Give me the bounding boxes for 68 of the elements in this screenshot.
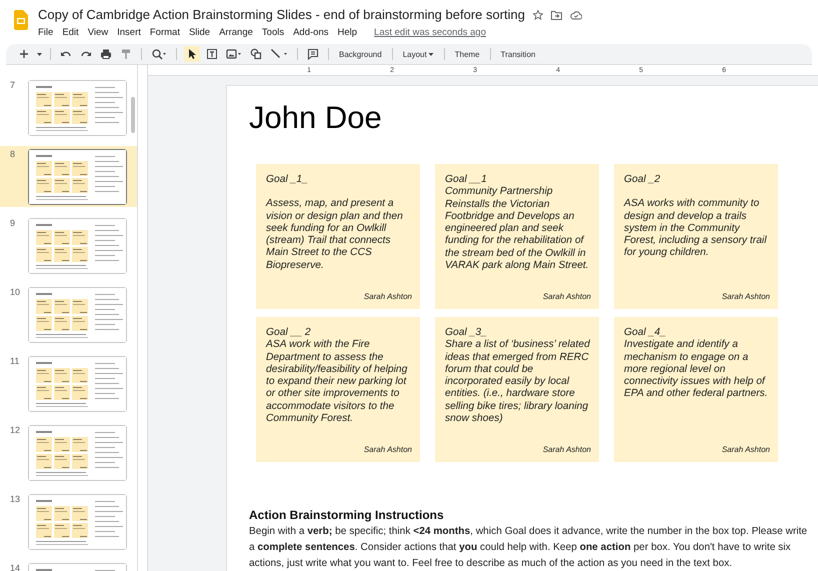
goal-card[interactable]: Goal _2 ASA works with community to design and develop a trails system in the Community Forest, including a sensory trail for young children. Sarah Ashton — [614, 164, 778, 309]
goal-text: Assess, map, and present a vision or design plan and then seek funding for an Owlkill (stream) Trail that connects Main Street to the CCS Biopreserve. — [266, 198, 404, 273]
goal-heading: Goal _1_ — [266, 174, 309, 186]
star-icon[interactable] — [533, 10, 544, 20]
goal-heading: Goal __1 — [445, 174, 488, 186]
goal-card[interactable] — [435, 317, 599, 462]
slide-number: 7 — [10, 80, 16, 90]
author-name: Sarah Ashton — [542, 444, 591, 456]
slide-number: 8 — [10, 149, 16, 159]
goal-card[interactable] — [256, 317, 420, 462]
menu-item[interactable]: Tools — [262, 27, 284, 38]
slide-number: 14 — [10, 563, 22, 571]
menu-item[interactable]: Insert — [117, 27, 141, 38]
slide-number: 11 — [10, 356, 20, 366]
text-box-icon[interactable] — [204, 46, 220, 62]
goal-text: Community Partnership Reinstalls the Victorian Footbridge and Develops an engineered plan and seek funding for the rehabilitation of the stream bed of the Owlkill in VARAK park along Main Street. — [445, 186, 590, 274]
goal-text: Investigate and identify a mechanism to engage on a more regional level on connectivity issues with help of EPA and other federal partners. — [624, 339, 769, 402]
author-name: Sarah Ashton — [364, 290, 412, 303]
author-name: Sarah Ashton — [722, 290, 770, 303]
scrollbar-thumb[interactable] — [131, 97, 135, 133]
comment-icon[interactable] — [305, 46, 321, 62]
menu-item[interactable]: Edit — [62, 27, 79, 38]
goal-text: ASA work with the Fire Department to assess the desirability/feasibility of helping to expand their new parking lot or other site improvements to accommodate visitors to the Community Forest. — [266, 339, 408, 426]
goal-heading: Goal _2 — [624, 174, 662, 186]
cloud-check-icon[interactable] — [570, 10, 582, 20]
author-name: Sarah Ashton — [722, 444, 770, 456]
document-title[interactable]: Copy of Cambridge Action Brainstorming Slides - end of brainstorming before sorting — [38, 7, 526, 22]
slide-thumbnail[interactable] — [29, 150, 126, 204]
instructions-text: Begin with a verb; be specific; think <24 months, which Goal does it advance, write the number in the box top. Please write a complete sentences. Consider actions that you could help with. Keep one action per box. You don't have to write six actions, just write what you want to. Feel free to describe as much of the action as you need in the text box. — [249, 525, 808, 571]
goal-text: Share a list of ‘business’ related ideas that emerged from RERC forum that could be incorporated easily by local entities. (i.e., hardware store selling bike tires; library loaning snow shoes) — [445, 339, 591, 426]
slide-number: 13 — [10, 494, 22, 504]
shape-icon[interactable] — [248, 46, 264, 62]
toolbar-button[interactable]: Transition — [498, 48, 538, 60]
caret-icon[interactable] — [428, 50, 434, 58]
last-edit-link[interactable]: Last edit was seconds ago — [374, 27, 486, 38]
menu-item[interactable]: Arrange — [219, 27, 253, 38]
slide-list-item[interactable]: 8 — [0, 146, 137, 207]
slide-thumbnail[interactable] — [29, 357, 126, 411]
slide-thumbnail[interactable] — [29, 495, 126, 549]
slide-thumbnail[interactable] — [29, 426, 126, 480]
slide-number: 10 — [10, 287, 22, 297]
menu-item[interactable]: File — [38, 27, 54, 38]
goal-heading: Goal _3_ — [445, 327, 488, 340]
goal-text: ASA works with community to design and develop a trails system in the Community Forest, including a sensory trail for young children. — [624, 198, 768, 260]
goal-card[interactable]: Goal _4_ Investigate and identify a mechanism to engage on a more regional level on connectivity issues with help of EPA and other federal partners. Sarah Ashton — [614, 317, 778, 462]
goal-heading: Goal __ 2 — [266, 327, 312, 340]
layout-menu-button[interactable]: Layout — [400, 48, 437, 60]
menu-item[interactable]: Format — [150, 27, 180, 38]
slide-number: 12 — [10, 425, 22, 435]
author-name: Sarah Ashton — [542, 290, 591, 303]
slide-thumbnail[interactable] — [29, 288, 126, 342]
author-name: Sarah Ashton — [364, 444, 412, 456]
slide-number: 9 — [10, 218, 16, 228]
menu-item[interactable]: Help — [337, 27, 358, 38]
goal-card[interactable] — [435, 164, 599, 309]
slide-thumbnail[interactable] — [29, 81, 126, 135]
slide-title[interactable]: John Doe — [249, 100, 818, 136]
menu-item[interactable]: View — [88, 27, 108, 38]
menu-item[interactable]: Add-ons — [293, 27, 328, 38]
slide-thumbnail[interactable] — [29, 219, 126, 273]
toolbar-button[interactable]: Theme — [452, 48, 483, 60]
instructions-heading: Action Brainstorming Instructions — [249, 508, 445, 522]
folder-icon[interactable] — [551, 10, 562, 20]
cursor-icon[interactable] — [184, 46, 200, 62]
toolbar-button[interactable]: Background — [336, 48, 385, 60]
menu-item[interactable]: Slide — [188, 27, 210, 38]
goal-card[interactable]: Goal _1_ Assess, map, and present a vision or design plan and then seek funding for an Owlkill (stream) Trail that connects Main Street to the CCS Biopreserve. Sarah Ashton — [256, 164, 420, 309]
goal-heading: Goal _4_ — [624, 327, 667, 340]
